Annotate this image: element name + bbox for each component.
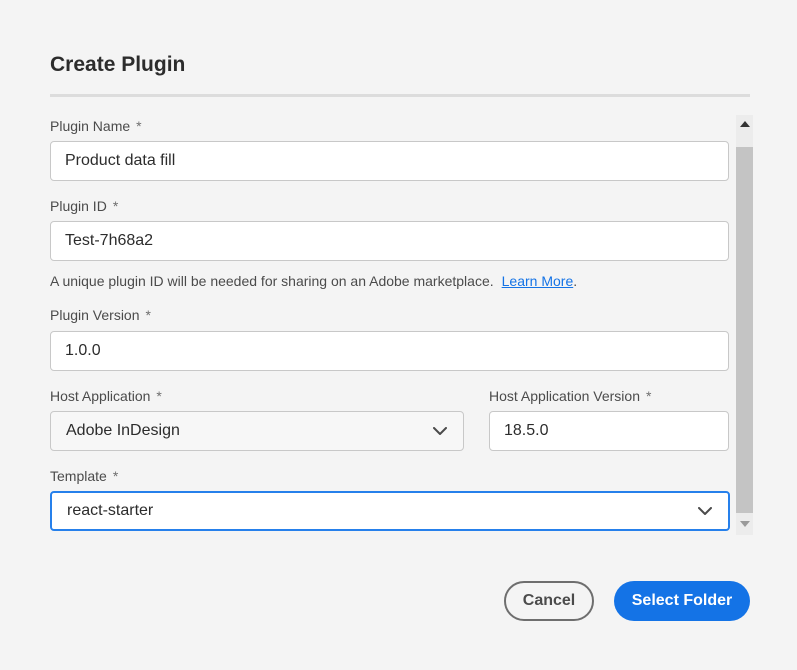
plugin-name-label: Plugin Name *: [50, 118, 142, 134]
required-mark: *: [156, 388, 162, 404]
host-application-version-label-text: Host Application Version: [489, 388, 640, 404]
select-folder-button[interactable]: Select Folder: [614, 581, 750, 621]
template-selected: react-starter: [67, 502, 154, 519]
learn-more-link[interactable]: Learn More: [502, 273, 574, 289]
title-divider: [50, 94, 750, 97]
cancel-button[interactable]: Cancel: [504, 581, 594, 621]
scroll-down-icon[interactable]: [736, 517, 753, 531]
host-application-label-text: Host Application: [50, 388, 151, 404]
required-mark: *: [145, 307, 151, 323]
required-mark: *: [112, 198, 119, 214]
plugin-id-help-text: A unique plugin ID will be needed for sh…: [50, 273, 577, 289]
plugin-id-input[interactable]: Test-7h68a2: [50, 221, 729, 261]
host-application-version-label: Host Application Version *: [489, 388, 651, 404]
plugin-id-label: Plugin ID *: [50, 198, 118, 214]
plugin-name-input[interactable]: Product data fill: [50, 141, 729, 181]
plugin-name-value: Product data fill: [65, 152, 176, 169]
help-trailing: .: [573, 273, 578, 289]
plugin-version-label: Plugin Version *: [50, 307, 151, 323]
required-mark: *: [645, 388, 652, 404]
required-mark: *: [136, 118, 142, 134]
host-application-select[interactable]: Adobe InDesign: [50, 411, 464, 451]
chevron-down-icon: [433, 424, 447, 438]
template-select[interactable]: react-starter: [50, 491, 730, 531]
plugin-version-label-text: Plugin Version: [50, 307, 140, 323]
scrollbar-thumb[interactable]: [736, 147, 753, 513]
template-label: Template *: [50, 468, 118, 484]
plugin-version-value: 1.0.0: [65, 342, 101, 359]
create-plugin-dialog: Create Plugin Plugin Name * Product data …: [0, 0, 797, 670]
plugin-name-label-text: Plugin Name: [50, 118, 131, 134]
chevron-down-icon: [698, 504, 712, 518]
plugin-version-input[interactable]: 1.0.0: [50, 331, 729, 371]
template-label-text: Template: [50, 468, 107, 484]
host-application-version-input[interactable]: 18.5.0: [489, 411, 729, 451]
required-mark: *: [112, 468, 119, 484]
host-application-label: Host Application *: [50, 388, 162, 404]
host-application-selected: Adobe InDesign: [66, 422, 180, 439]
host-application-version-value: 18.5.0: [504, 422, 549, 439]
help-text: A unique plugin ID will be needed for sh…: [50, 273, 494, 289]
plugin-id-value: Test-7h68a2: [65, 232, 154, 249]
scroll-up-icon[interactable]: [736, 117, 753, 131]
plugin-id-label-text: Plugin ID: [50, 198, 107, 214]
dialog-title: Create Plugin: [50, 53, 186, 76]
